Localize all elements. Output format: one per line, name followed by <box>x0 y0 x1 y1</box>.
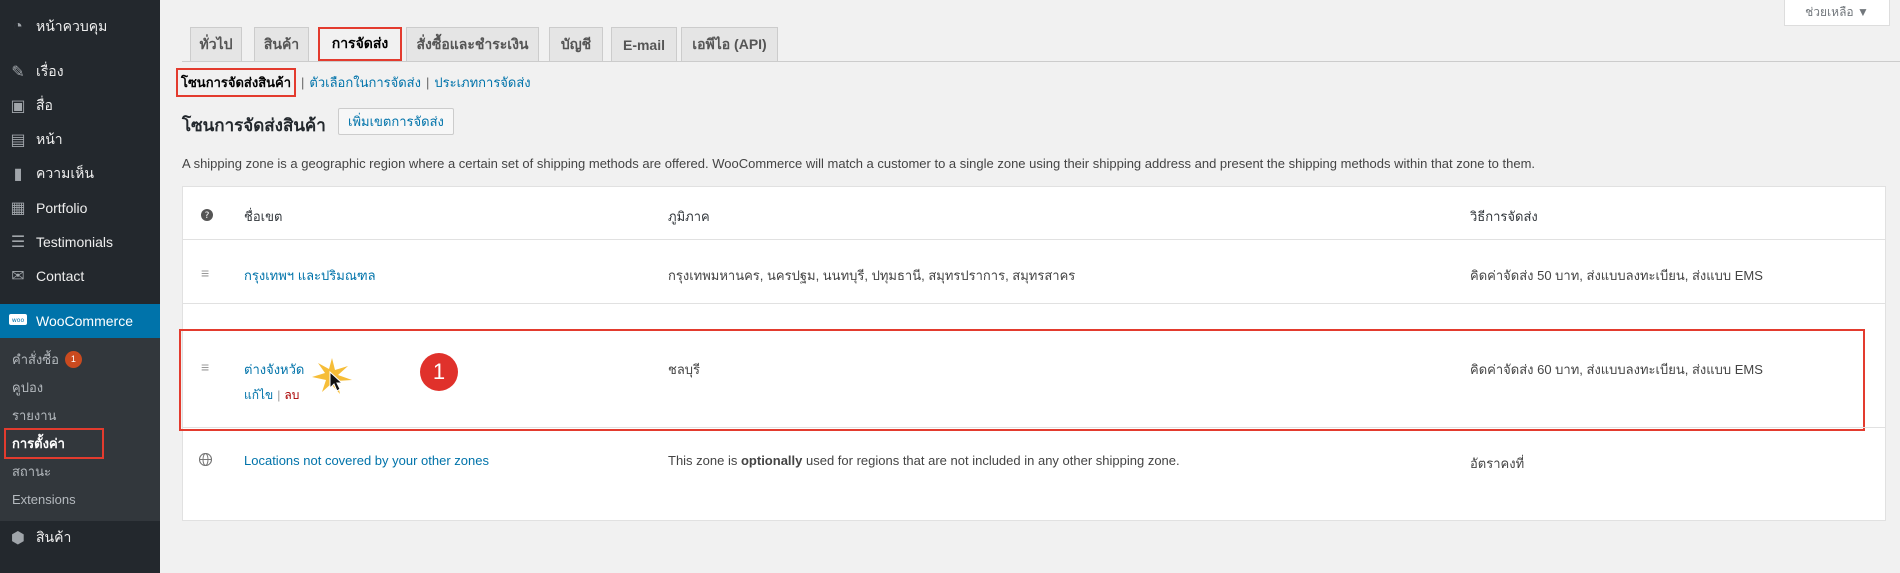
submenu-item-label: รายงาน <box>12 407 57 423</box>
add-shipping-zone-button[interactable]: เพิ่มเขตการจัดส่ง <box>338 108 454 135</box>
row-actions: แก้ไข | ลบ <box>244 386 299 405</box>
action-separator: | <box>277 388 281 402</box>
sidebar-item-label: สินค้า <box>36 529 72 545</box>
help-button[interactable]: ช่วยเหลือ ▼ <box>1784 0 1890 26</box>
zone-region: กรุงเทพมหานคร, นครปฐม, นนทบุรี, ปทุมธานี… <box>668 268 1076 283</box>
zone-methods: คิดค่าจัดส่ง 60 บาท, ส่งแบบลงทะเบียน, ส่… <box>1470 362 1763 377</box>
submenu-item-coupons[interactable]: คูปอง <box>12 374 43 400</box>
submenu-item-extensions[interactable]: Extensions <box>12 486 76 512</box>
woocommerce-submenu: คำสั่งซื้อ 1 คูปอง รายงาน การตั้งค่า สถา… <box>0 338 160 521</box>
column-header-name: ชื่อเขต <box>244 209 283 224</box>
sidebar-item-dashboard[interactable]: ◔ หน้าควบคุม <box>0 10 160 44</box>
section-separator: | <box>425 74 430 90</box>
region-text: This zone is <box>668 453 741 468</box>
delete-zone-link[interactable]: ลบ <box>284 388 299 402</box>
tab-checkout[interactable]: สั่งซื้อและชำระเงิน <box>406 27 539 61</box>
pin-icon: ✎ <box>11 64 25 81</box>
media-icon: ▣ <box>10 98 26 115</box>
sidebar-item-testimonials[interactable]: ☰ Testimonials <box>0 225 160 259</box>
zone-methods: คิดค่าจัดส่ง 50 บาท, ส่งแบบลงทะเบียน, ส่… <box>1470 268 1763 283</box>
help-tip-icon[interactable]: ? <box>201 209 213 224</box>
page-description: A shipping zone is a geographic region w… <box>182 156 1536 171</box>
rest-of-world-link[interactable]: Locations not covered by your other zone… <box>244 453 489 468</box>
portfolio-icon: ▦ <box>10 200 26 217</box>
rest-of-world-region: This zone is optionally used for regions… <box>668 453 1180 468</box>
column-header-region: ภูมิภาค <box>668 209 710 224</box>
sidebar-item-comments[interactable]: ▮ ความเห็น <box>0 157 160 191</box>
section-separator: | <box>301 74 305 90</box>
drag-handle-icon[interactable]: ≡ <box>201 359 209 375</box>
submenu-item-label: สถานะ <box>12 463 51 479</box>
tab-general[interactable]: ทั่วไป <box>190 27 242 61</box>
sidebar-item-posts[interactable]: ✎ เรื่อง <box>0 55 160 89</box>
row-divider <box>183 427 1885 428</box>
rest-of-world-methods: อัตราคงที่ <box>1470 456 1525 471</box>
shipping-sections-nav: โซนการจัดส่งสินค้า | ตัวเลือกในการจัดส่ง… <box>176 67 531 97</box>
submenu-item-label: Extensions <box>12 491 76 507</box>
sidebar-item-portfolio[interactable]: ▦ Portfolio <box>0 191 160 225</box>
box-icon: ⬢ <box>11 530 25 547</box>
page-title: โซนการจัดส่งสินค้า <box>182 116 326 135</box>
sidebar-item-media[interactable]: ▣ สื่อ <box>0 89 160 123</box>
sidebar-item-label: WooCommerce <box>36 313 133 329</box>
section-shipping-zones[interactable]: โซนการจัดส่งสินค้า <box>176 67 297 97</box>
edit-zone-link[interactable]: แก้ไข <box>244 388 273 402</box>
sidebar-item-label: เรื่อง <box>36 63 64 79</box>
tab-shipping[interactable]: การจัดส่ง <box>318 27 402 61</box>
page-icon: ▤ <box>10 132 26 149</box>
row-divider <box>183 303 1885 304</box>
column-header-methods: วิธีการจัดส่ง <box>1470 209 1538 224</box>
tab-api[interactable]: เอพีไอ (API) <box>681 27 778 61</box>
settings-highlight-box <box>4 428 104 459</box>
section-shipping-options[interactable]: ตัวเลือกในการจัดส่ง <box>309 72 421 93</box>
region-emphasis: optionally <box>740 453 803 468</box>
step-number-marker: 1 <box>420 353 458 391</box>
drag-handle-icon[interactable]: ≡ <box>201 265 209 281</box>
section-shipping-classes[interactable]: ประเภทการจัดส่ง <box>434 72 530 93</box>
sidebar-item-label: Testimonials <box>36 234 114 250</box>
tab-products[interactable]: สินค้า <box>254 27 309 61</box>
order-count-badge: 1 <box>64 350 82 368</box>
submenu-item-reports[interactable]: รายงาน <box>12 402 56 428</box>
sidebar-item-pages[interactable]: ▤ หน้า <box>0 123 160 157</box>
dashboard-icon: ◔ <box>13 18 23 35</box>
svg-text:woo: woo <box>12 317 25 324</box>
submenu-item-label: คำสั่งซื้อ <box>12 351 59 367</box>
admin-sidebar: ◔ หน้าควบคุม ✎ เรื่อง ▣ สื่อ ▤ หน้า ▮ คว… <box>0 0 160 573</box>
globe-icon <box>198 452 213 469</box>
submenu-item-status[interactable]: สถานะ <box>12 458 51 484</box>
sidebar-item-label: Contact <box>36 268 85 284</box>
svg-text:?: ? <box>205 211 210 221</box>
sidebar-item-label: ความเห็น <box>36 165 94 181</box>
zone-name-link[interactable]: กรุงเทพฯ และปริมณฑล <box>244 265 376 286</box>
sidebar-item-label: สื่อ <box>36 97 53 113</box>
submenu-item-label: คูปอง <box>12 379 44 395</box>
cursor-click-icon <box>312 358 352 399</box>
sidebar-item-products[interactable]: ⬢ สินค้า <box>0 521 160 555</box>
tab-email[interactable]: E-mail <box>611 27 677 61</box>
tab-accounts[interactable]: บัญชี <box>549 27 603 61</box>
submenu-item-orders[interactable]: คำสั่งซื้อ 1 <box>12 346 82 372</box>
testimonial-icon: ☰ <box>10 234 26 251</box>
comment-icon: ▮ <box>13 166 23 183</box>
zone-region: ชลบุรี <box>668 362 701 377</box>
sidebar-item-label: หน้าควบคุม <box>36 18 108 34</box>
sidebar-item-label: หน้า <box>36 131 63 147</box>
mail-icon: ✉ <box>11 268 25 285</box>
zone-name-link[interactable]: ต่างจังหวัด <box>244 359 304 380</box>
sidebar-item-label: Portfolio <box>36 200 88 216</box>
sidebar-item-woocommerce[interactable]: woo WooCommerce <box>0 304 160 338</box>
region-text: used for regions that are not included i… <box>802 453 1180 468</box>
woo-icon: woo <box>0 304 36 338</box>
sidebar-item-contact[interactable]: ✉ Contact <box>0 259 160 293</box>
tab-bar-divider <box>182 61 1900 62</box>
row-divider <box>183 239 1885 240</box>
